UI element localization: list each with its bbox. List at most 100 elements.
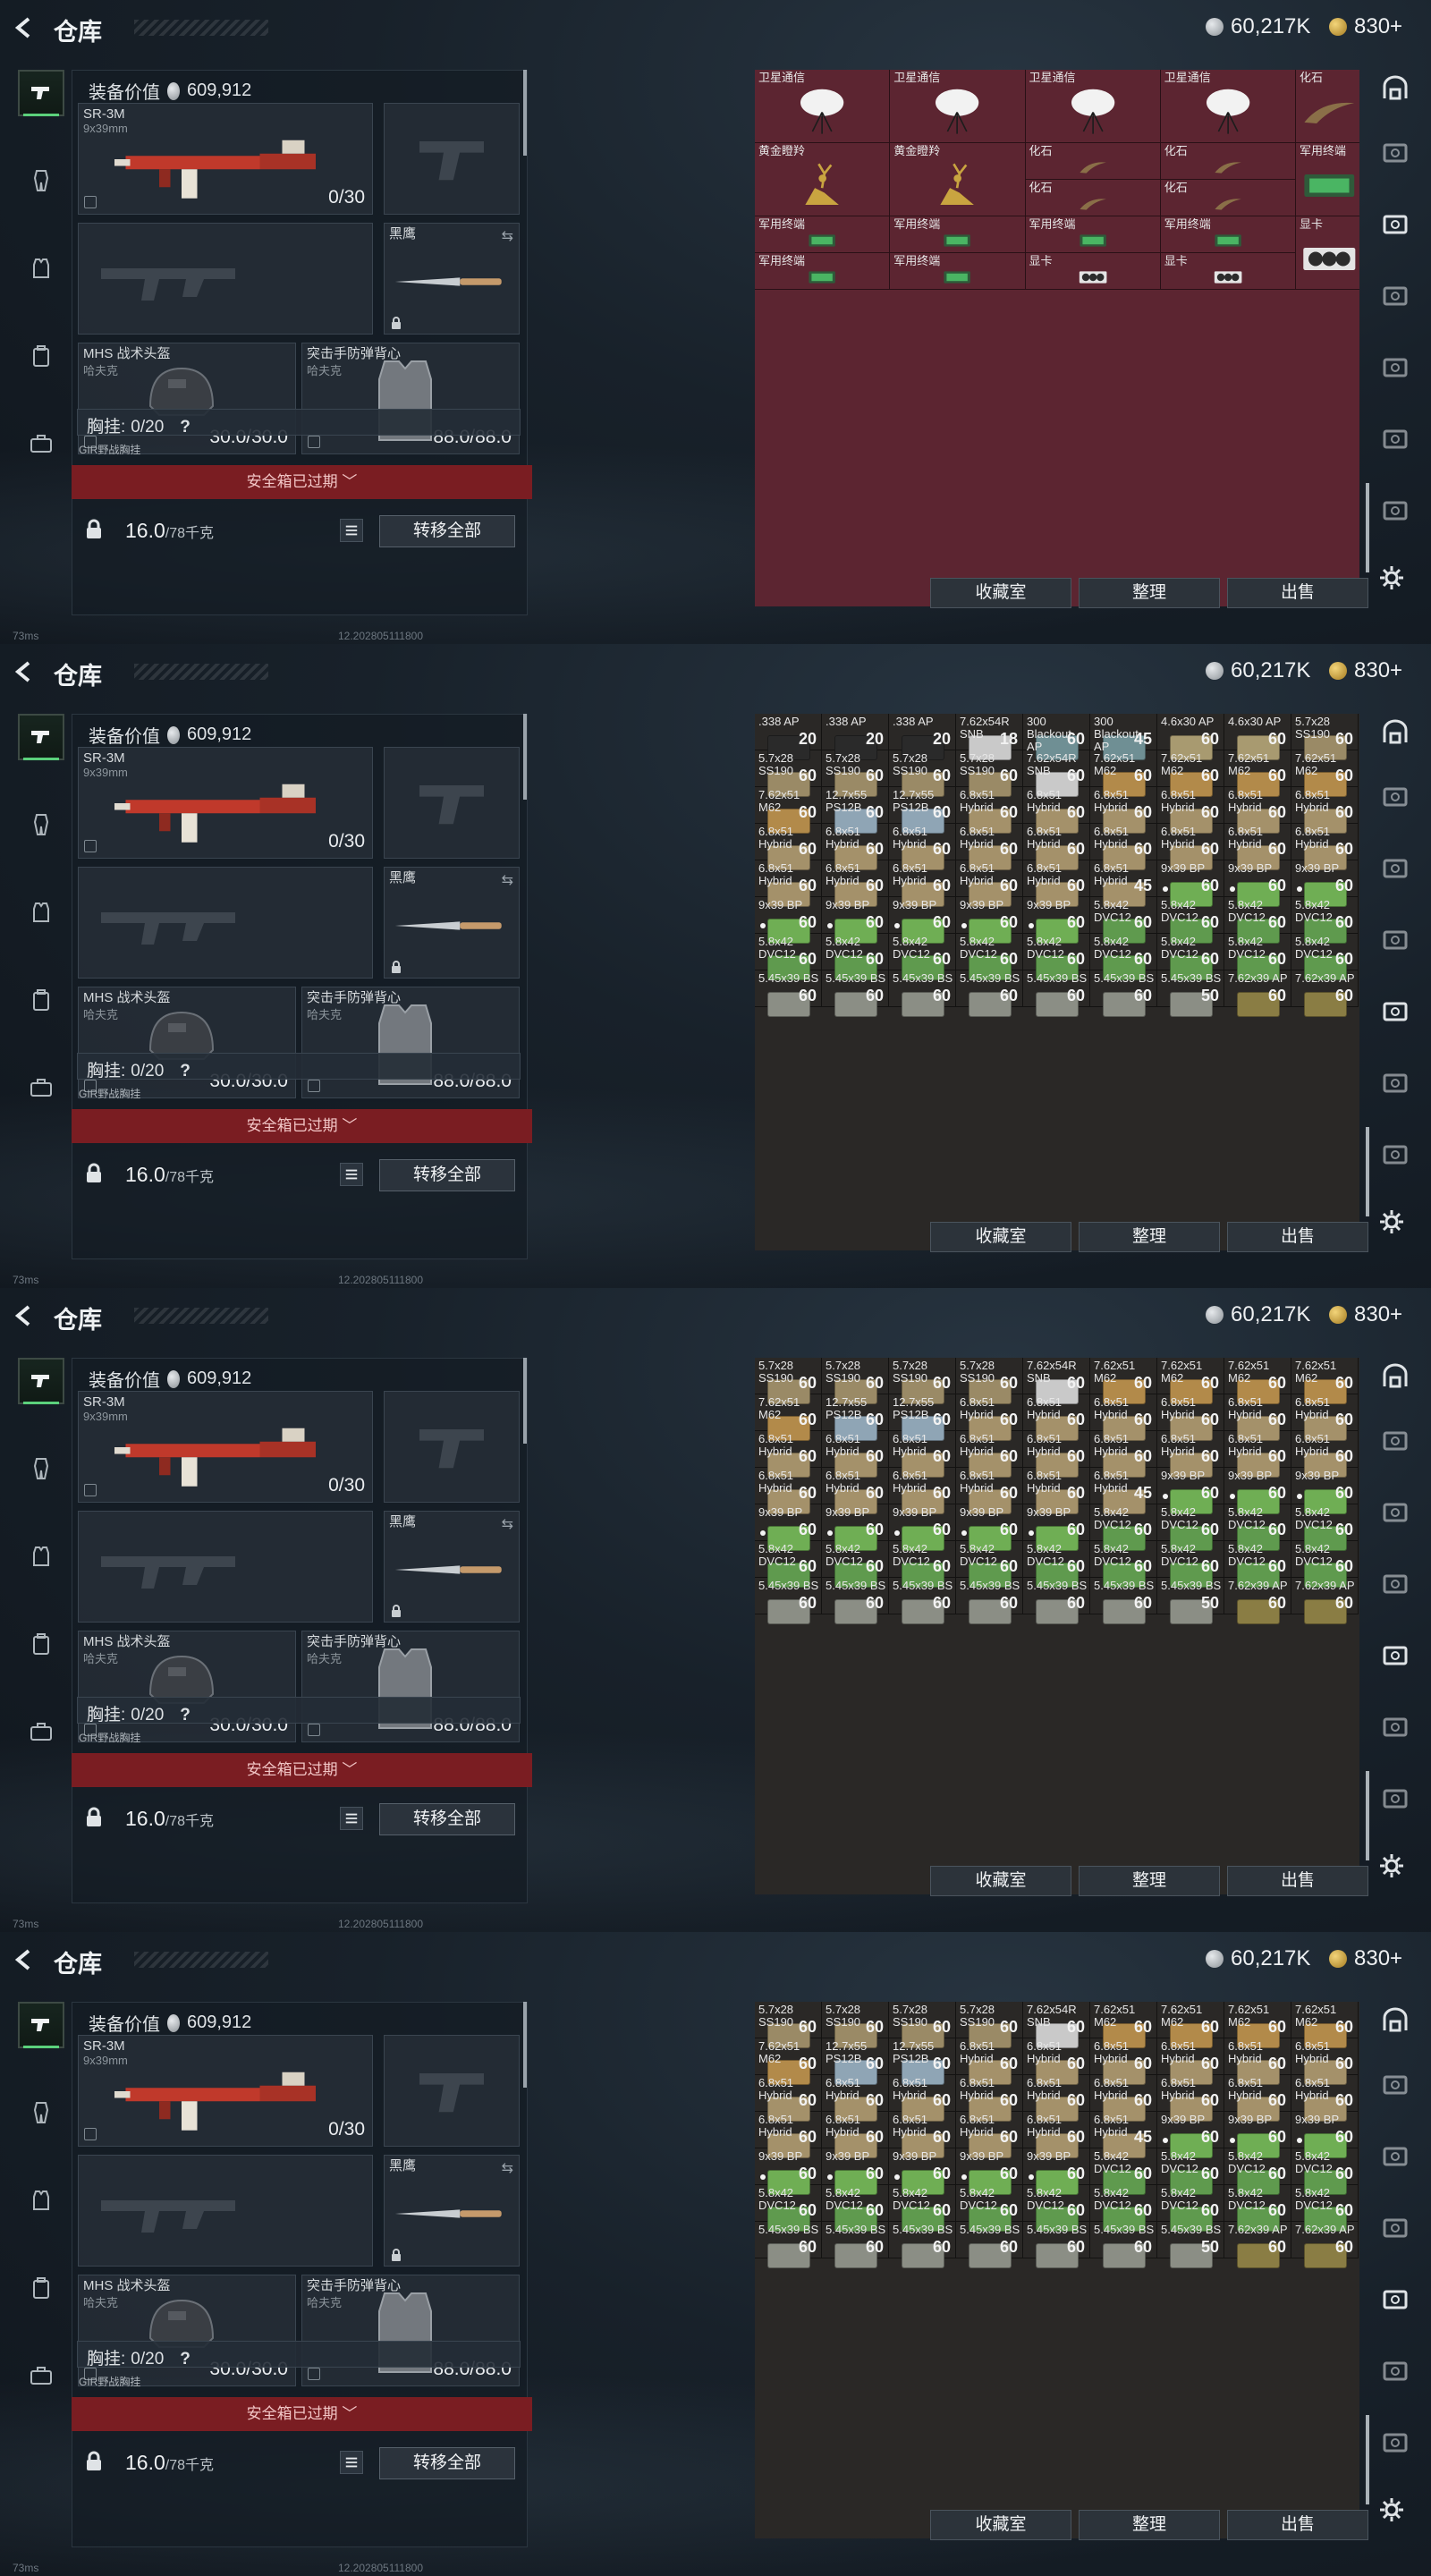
secondary-weapon-slot[interactable] [78,1511,373,1623]
ammo-cell[interactable]: 5.7x28 SS190 60 [889,750,956,797]
primary-weapon-slot[interactable]: SR-3M 9x39mm 0/30 [78,747,373,859]
ammo-cell[interactable]: 9x39 BP 60 [1023,2148,1090,2195]
ammo-cell[interactable]: 9x39 BP 60 [1291,2112,1359,2158]
ammo-cell[interactable]: 4.6x30 AP 60 [1224,714,1291,760]
ammo-cell[interactable]: 5.8x42 DVC12 60 [1157,897,1224,944]
ammo-cell[interactable]: 5.8x42 DVC12 60 [956,934,1023,980]
ammo-cell[interactable]: 5.8x42 DVC12 60 [889,2185,956,2232]
chest-rig-capacity[interactable]: 胸挂: 0/20? [77,409,521,436]
settings-gear-icon[interactable] [1377,1852,1406,1880]
ammo-cell[interactable]: 5.8x42 DVC12 60 [755,2185,822,2232]
ammo-cell[interactable]: 6.8x51 Hybrid 60 [1023,860,1090,907]
melee-slot[interactable]: 黑鹰 ⇆ [384,1511,520,1623]
ammo-cell[interactable]: 7.62x54R SNB 60 [1023,750,1090,797]
ammo-cell[interactable]: 7.62x51 M62 60 [1157,1358,1224,1404]
stash-page-icon[interactable] [1377,134,1413,170]
safe-box-expired-banner[interactable]: 安全箱已过期 ﹀ [72,1753,532,1787]
ammo-cell[interactable]: 5.45x39 BS 60 [755,970,822,1017]
ammo-cell[interactable]: 5.8x42 DVC12 60 [1224,1541,1291,1588]
ammo-cell[interactable]: 6.8x51 Hybrid 60 [1224,787,1291,834]
ammo-cell[interactable]: 6.8x51 Hybrid 60 [822,2075,889,2122]
loot-item-fossil[interactable]: 化石 [1160,143,1296,180]
stash-page-icon[interactable] [1377,2209,1413,2245]
helmet-slot[interactable]: MHS 战术头盔 哈夫克 30.0/30.0 [78,987,296,1098]
ammo-cell[interactable]: 6.8x51 Hybrid 60 [1090,2075,1157,2122]
tab-case-icon[interactable] [18,420,64,467]
ammo-cell[interactable]: 5.7x28 SS190 60 [822,1358,889,1404]
storage-home-icon[interactable] [1377,72,1413,107]
ammo-cell[interactable]: 5.45x39 BS 60 [1090,970,1157,1017]
ammo-cell[interactable]: 9x39 BP 60 [1157,1468,1224,1514]
ammo-cell[interactable]: 9x39 BP 60 [889,1504,956,1551]
melee-slot[interactable]: 黑鹰 ⇆ [384,223,520,335]
ammo-cell[interactable]: 5.7x28 SS190 60 [755,1358,822,1404]
ammo-cell[interactable]: 5.8x42 DVC12 60 [1090,2148,1157,2195]
ammo-cell[interactable]: 9x39 BP 60 [1224,860,1291,907]
safe-box-expired-banner[interactable]: 安全箱已过期 ﹀ [72,2397,532,2431]
ammo-cell[interactable]: 5.8x42 DVC12 60 [1291,2185,1359,2232]
transfer-all-button[interactable]: 转移全部 [379,1803,515,1835]
ammo-cell[interactable]: 9x39 BP 60 [822,897,889,944]
ammo-cell[interactable]: 5.45x39 BS 60 [822,970,889,1017]
loot-item-terminal[interactable]: 军用终端 [1296,143,1359,216]
storage-home-icon[interactable] [1377,1360,1413,1395]
ammo-cell[interactable]: 12.7x55 PS12B 60 [889,1394,956,1441]
back-arrow-icon[interactable] [11,658,38,685]
ammo-cell[interactable]: 7.62x51 M62 60 [755,2038,822,2085]
storage-home-icon[interactable] [1377,2004,1413,2039]
ammo-cell[interactable]: 9x39 BP 60 [822,2148,889,2195]
ammo-cell[interactable]: 9x39 BP 60 [1291,1468,1359,1514]
stash-page-icon[interactable] [1377,1494,1413,1530]
ammo-cell[interactable]: 9x39 BP 60 [755,1504,822,1551]
ammo-cell[interactable]: 7.62x51 M62 60 [1157,2002,1224,2048]
loot-item-terminal[interactable]: 军用终端 [890,253,1026,290]
stash-page-icon[interactable] [1377,921,1413,957]
helmet-slot[interactable]: MHS 战术头盔 哈夫克 30.0/30.0 [78,343,296,454]
ammo-cell[interactable]: 6.8x51 Hybrid 60 [755,1468,822,1514]
loot-item-terminal[interactable]: 军用终端 [1160,216,1296,253]
ammo-cell[interactable]: 5.8x42 DVC12 60 [889,934,956,980]
safe-box-expired-banner[interactable]: 安全箱已过期 ﹀ [72,465,532,499]
ammo-cell[interactable]: 6.8x51 Hybrid 60 [956,860,1023,907]
silver-currency[interactable]: 60,217K [1206,14,1310,39]
ammo-cell[interactable]: 5.8x42 DVC12 60 [822,934,889,980]
ammo-cell[interactable]: 6.8x51 Hybrid 60 [956,1468,1023,1514]
ammo-cell[interactable]: 6.8x51 Hybrid 60 [1023,2038,1090,2085]
ammo-cell[interactable]: 9x39 BP 60 [956,897,1023,944]
stash-page-icon[interactable] [1377,1708,1413,1744]
collection-room-button[interactable]: 收藏室 [930,1866,1071,1896]
stash-page-icon[interactable] [1377,2066,1413,2102]
ammo-cell[interactable]: 5.45x39 BS 60 [755,2222,822,2268]
gold-currency[interactable]: 830+ [1329,658,1402,683]
ammo-cell[interactable]: 6.8x51 Hybrid 60 [1157,2075,1224,2122]
ammo-cell[interactable]: 9x39 BP 60 [1023,1504,1090,1551]
sell-button[interactable]: 出售 [1227,578,1368,608]
help-icon[interactable]: ? [180,1706,191,1725]
ammo-cell[interactable]: 6.8x51 Hybrid 60 [889,1431,956,1478]
ammo-cell[interactable]: 6.8x51 Hybrid 60 [1224,824,1291,870]
ammo-cell[interactable]: 6.8x51 Hybrid 60 [1090,824,1157,870]
sort-button[interactable]: 整理 [1079,2510,1220,2540]
ammo-cell[interactable]: 6.8x51 Hybrid 60 [755,1431,822,1478]
ammo-cell[interactable]: 6.8x51 Hybrid 60 [1023,1394,1090,1441]
armor-slot[interactable]: 突击手防弹背心 哈夫克 88.0/88.0 [301,987,520,1098]
ammo-cell[interactable]: 9x39 BP 60 [822,1504,889,1551]
sidearm-slot[interactable] [384,2035,520,2147]
ammo-cell[interactable]: 5.8x42 DVC12 60 [1224,2185,1291,2232]
sell-button[interactable]: 出售 [1227,1866,1368,1896]
tab-backpack-icon[interactable] [18,977,64,1023]
armor-slot[interactable]: 突击手防弹背心 哈夫克 88.0/88.0 [301,2275,520,2386]
ammo-cell[interactable]: 6.8x51 Hybrid 60 [1023,2075,1090,2122]
ammo-cell[interactable]: .338 AP 20 [755,714,822,760]
primary-weapon-slot[interactable]: SR-3M 9x39mm 0/30 [78,2035,373,2147]
ammo-cell[interactable]: 5.45x39 BS 60 [755,1578,822,1624]
collection-room-button[interactable]: 收藏室 [930,1222,1071,1252]
ammo-cell[interactable]: 7.62x39 AP 60 [1224,2222,1291,2268]
primary-weapon-slot[interactable]: SR-3M 9x39mm 0/30 [78,103,373,215]
ammo-cell[interactable]: 5.8x42 DVC12 60 [956,1541,1023,1588]
ammo-cell[interactable]: 6.8x51 Hybrid 60 [1023,1468,1090,1514]
ammo-cell[interactable]: 5.7x28 SS190 60 [956,750,1023,797]
tab-weapons-icon[interactable] [18,714,64,760]
tab-weapons-icon[interactable] [18,1358,64,1404]
ammo-cell[interactable]: 5.8x42 DVC12 60 [1224,1504,1291,1551]
